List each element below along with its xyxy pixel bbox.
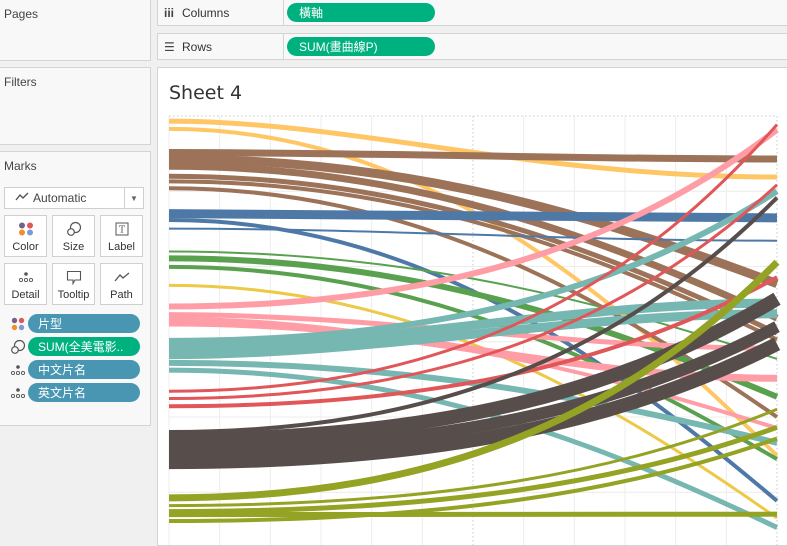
rows-label: Rows: [182, 39, 213, 54]
label-button[interactable]: T Label: [100, 215, 143, 257]
mark-field-detail[interactable]: 英文片名: [8, 383, 140, 402]
size-icon: [8, 339, 28, 355]
color-label: Color: [12, 241, 39, 253]
field-pill[interactable]: 片型: [28, 314, 140, 333]
rows-shelf[interactable]: ☰ Rows SUM(畫曲線P): [157, 33, 787, 60]
columns-icon: iii: [164, 5, 175, 20]
filters-card[interactable]: Filters: [0, 67, 151, 145]
columns-shelf[interactable]: iii Columns 橫軸: [157, 0, 787, 26]
pages-title: Pages: [4, 7, 39, 21]
tooltip-label: Tooltip: [57, 289, 90, 301]
chevron-down-icon[interactable]: ▼: [124, 188, 143, 208]
tooltip-button[interactable]: Tooltip: [52, 263, 95, 305]
field-pill[interactable]: 英文片名: [28, 383, 140, 402]
color-dots-icon: [8, 317, 28, 331]
color-dots-icon: [18, 219, 34, 239]
detail-label: Detail: [11, 289, 40, 301]
svg-text:T: T: [118, 226, 124, 236]
rows-icon: ☰: [164, 39, 175, 54]
tooltip-icon: [66, 267, 82, 287]
color-button[interactable]: Color: [4, 215, 47, 257]
field-pill[interactable]: 中文片名: [28, 360, 140, 379]
detail-icon: [8, 364, 28, 376]
path-icon: [114, 267, 130, 287]
label-label: Label: [108, 241, 135, 253]
size-button[interactable]: Size: [52, 215, 95, 257]
mark-type-dropdown[interactable]: Automatic ▼: [4, 187, 144, 209]
columns-label: Columns: [182, 5, 230, 20]
filters-title: Filters: [4, 75, 37, 89]
columns-shelf-label: iii Columns: [158, 0, 284, 25]
series-lines: [168, 118, 781, 530]
path-label: Path: [110, 289, 133, 301]
size-label: Size: [62, 241, 85, 253]
rows-pill[interactable]: SUM(畫曲線P): [287, 37, 435, 56]
mark-type-label: Automatic: [33, 191, 87, 205]
left-panel: Pages Filters Marks Automatic ▼ Color Si…: [0, 0, 151, 546]
line-mark-icon: [11, 191, 33, 205]
rows-shelf-label: ☰ Rows: [158, 34, 284, 59]
detail-icon: [8, 387, 28, 399]
detail-button[interactable]: Detail: [4, 263, 47, 305]
mark-field-size[interactable]: SUM(全美電影..: [8, 337, 140, 356]
sheet-title: Sheet 4: [169, 82, 243, 104]
pages-card[interactable]: Pages: [0, 0, 151, 61]
field-pill[interactable]: SUM(全美電影..: [28, 337, 140, 356]
path-button[interactable]: Path: [100, 263, 143, 305]
mark-field-color[interactable]: 片型: [8, 314, 140, 333]
marks-card: Marks Automatic ▼ Color Size T Label Det…: [0, 151, 151, 426]
marks-title: Marks: [4, 159, 37, 173]
detail-icon: [18, 267, 34, 287]
sheet-view: Sheet 4: [157, 67, 787, 546]
mark-field-detail[interactable]: 中文片名: [8, 360, 140, 379]
columns-pill[interactable]: 橫軸: [287, 3, 435, 22]
size-icon: [66, 219, 82, 239]
chart[interactable]: [158, 68, 787, 546]
label-icon: T: [115, 219, 129, 239]
